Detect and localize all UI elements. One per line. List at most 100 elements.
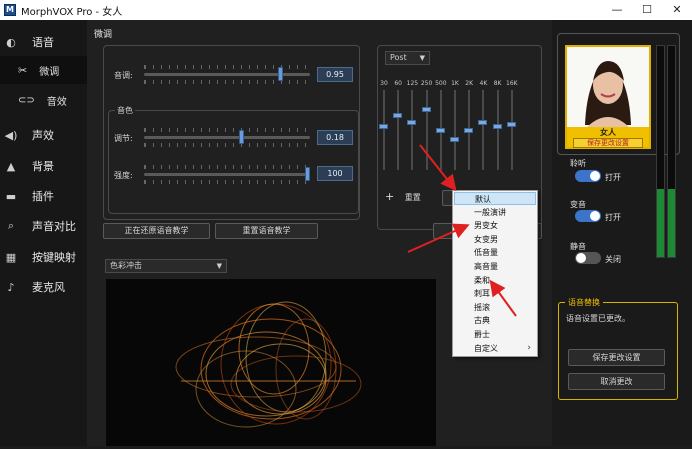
visualizer-graphic	[175, 301, 362, 428]
sidebar-item-label: 声效	[32, 129, 54, 142]
eq-band-slider[interactable]	[407, 120, 417, 125]
strength-value[interactable]: 100	[317, 166, 353, 181]
visualizer-select-value: 色彩冲击	[110, 261, 142, 270]
eq-band-slider[interactable]	[421, 106, 431, 112]
menu-item[interactable]: 低音量	[454, 246, 536, 259]
sidebar-item-label: 音效	[46, 96, 67, 108]
meter-fill	[668, 189, 675, 257]
sidebar-item-label: 语音	[32, 36, 54, 49]
sidebar-item-plugins[interactable]: ▬ 插件	[0, 182, 87, 210]
eq-band-track	[454, 90, 456, 170]
voice-change-message: 语音设置已更改。	[566, 314, 630, 323]
eq-band-label: 16K	[506, 80, 518, 87]
sidebar-item-tweak[interactable]: ✂ 微调	[0, 56, 87, 84]
menu-item[interactable]: 高音量	[454, 260, 536, 273]
listen-label: 聆听	[570, 159, 586, 168]
menu-item[interactable]: 自定义	[454, 342, 536, 355]
eq-band-slider[interactable]	[478, 120, 488, 125]
sidebar-item-label: 按键映射	[32, 251, 76, 264]
strength-ticks-bottom	[144, 180, 310, 184]
cancel-changes-button[interactable]: 取消更改	[568, 373, 665, 390]
eq-band-track	[510, 90, 513, 170]
pitch-label: 音调:	[114, 71, 133, 80]
avatar-save-button[interactable]: 保存更改设置	[573, 138, 643, 148]
eq-band-track	[411, 90, 414, 170]
sidebar-item-effects[interactable]: ⊂⊃ 音效	[0, 86, 87, 114]
eq-band-slider[interactable]	[464, 127, 474, 133]
adjust-ticks-bottom	[144, 143, 310, 147]
sidebar-item-background[interactable]: ▲ 背景	[0, 152, 87, 180]
window-title: MorphVOX Pro - 女人	[21, 6, 123, 18]
menu-item[interactable]: 女变男	[454, 233, 536, 246]
morph-label: 变音	[570, 200, 586, 209]
eq-band-slider[interactable]	[393, 112, 403, 118]
sidebar-item-voice[interactable]: ◐ 语音	[0, 28, 87, 56]
pitch-slider[interactable]	[277, 67, 283, 81]
eq-band-track	[425, 90, 428, 170]
listen-toggle[interactable]	[575, 170, 601, 182]
menu-item[interactable]: 爵士	[454, 328, 536, 341]
strength-slider[interactable]	[305, 167, 310, 181]
minimize-button[interactable]: —	[602, 0, 632, 20]
close-button[interactable]: ✕	[662, 0, 692, 20]
menu-item[interactable]: 一般演讲	[454, 206, 536, 219]
menu-item[interactable]: 柔和	[454, 274, 536, 287]
strength-label: 强度:	[114, 171, 133, 180]
eq-band-slider[interactable]	[435, 127, 445, 133]
eq-band-slider[interactable]	[450, 136, 459, 142]
sidebar-item-hotkeys[interactable]: ▦ 按键映射	[0, 243, 87, 271]
sidebar-item-label: 插件	[32, 190, 54, 203]
mute-state: 关闭	[605, 255, 621, 264]
submenu-arrow-icon: ›	[527, 342, 531, 353]
eq-preset-select[interactable]: Post ▼	[385, 51, 430, 65]
reset-voice-tutorial-button[interactable]: 重置语音教学	[215, 223, 318, 239]
adjust-slider[interactable]	[238, 130, 244, 144]
eq-preset-value: Post	[390, 53, 407, 62]
morph-toggle[interactable]	[575, 210, 601, 222]
listen-state: 打开	[605, 173, 621, 182]
menu-item[interactable]: 默认	[454, 192, 536, 205]
restore-voice-tutorial-button[interactable]: 正在还原语音教学	[103, 223, 210, 239]
sidebar-item-label: 声音对比	[32, 220, 76, 233]
pitch-value[interactable]: 0.95	[317, 67, 353, 82]
plugin-icon: ▬	[5, 189, 17, 203]
pitch-ticks	[144, 65, 310, 69]
menu-item[interactable]: 古典	[454, 314, 536, 327]
adjust-label: 调节:	[114, 134, 133, 143]
visualizer-select[interactable]: 色彩冲击 ▼	[105, 259, 227, 273]
visualizer-canvas	[106, 279, 436, 446]
output-level-meter	[667, 45, 676, 258]
voice-icon: ◐	[6, 35, 16, 49]
eq-preset-menu: 默认 一般演讲 男变女 女变男 低音量 高音量 柔和 刺耳 摇滚 古典 爵士 自定义 ›	[452, 190, 538, 357]
maximize-button[interactable]: ☐	[632, 0, 662, 20]
toggle-knob	[590, 171, 600, 181]
morph-state: 打开	[605, 213, 621, 222]
avatar-name: 女人	[600, 128, 616, 137]
eq-band-slider[interactable]	[506, 121, 516, 127]
eq-reset-button[interactable]: + 重置	[385, 190, 437, 206]
eq-band-slider[interactable]	[379, 123, 388, 129]
chevron-down-icon: ▼	[216, 262, 222, 270]
save-changes-button[interactable]: 保存更改设置	[568, 349, 665, 366]
meter-fill	[657, 189, 664, 257]
strength-track	[144, 173, 310, 176]
eq-band-slider[interactable]	[492, 123, 502, 129]
sidebar-item-label: 麦克风	[32, 281, 65, 294]
menu-item[interactable]: 男变女	[454, 219, 536, 232]
menu-item[interactable]: 刺耳	[454, 287, 536, 300]
sidebar-item-sound-effects[interactable]: ◀) 声效	[0, 121, 87, 149]
sidebar-item-voice-compare[interactable]: ⌕ 声音对比	[0, 212, 87, 240]
timbre-group	[108, 110, 359, 214]
avatar-image	[567, 47, 649, 127]
eq-reset-label: 重置	[404, 193, 421, 202]
voice-avatar[interactable]: 女人 保存更改设置	[565, 45, 651, 149]
lips-icon: ⊂⊃	[18, 94, 35, 106]
keyboard-icon: ▦	[5, 250, 17, 264]
pitch-ticks-bottom	[144, 80, 310, 84]
mute-toggle[interactable]	[575, 252, 601, 264]
eq-band-track	[383, 90, 385, 170]
adjust-value[interactable]: 0.18	[317, 130, 353, 145]
menu-item[interactable]: 摇滚	[454, 301, 536, 314]
sidebar-item-microphone[interactable]: ♪ 麦克风	[0, 273, 87, 301]
eq-band-track	[496, 90, 499, 170]
